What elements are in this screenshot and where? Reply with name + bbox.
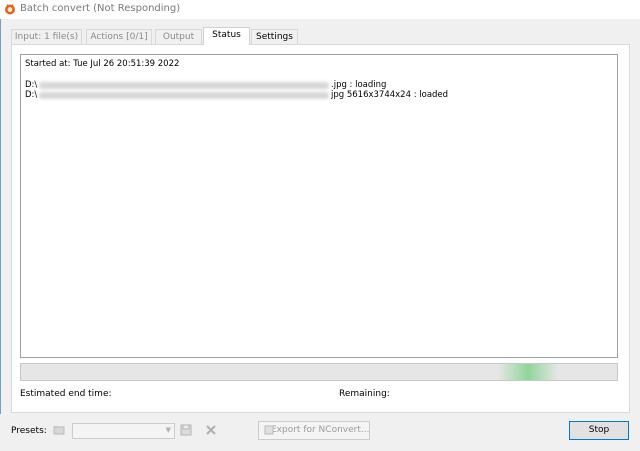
tab-actions[interactable]: Actions [0/1]	[86, 29, 152, 45]
log-path-prefix: D:\	[25, 80, 38, 90]
remaining-label: Remaining:	[339, 389, 390, 399]
tab-actions-label: Actions [0/1]	[90, 32, 148, 42]
started-at-text: Started at: Tue Jul 26 20:51:39 2022	[25, 59, 180, 69]
window-title: Batch convert (Not Responding)	[20, 3, 181, 14]
estimated-end-label: Estimated end time:	[20, 389, 112, 399]
progress-bar	[20, 363, 618, 381]
save-preset-icon[interactable]	[180, 424, 192, 436]
tab-status[interactable]: Status	[203, 27, 250, 45]
window-border	[0, 19, 1, 451]
presets-label: Presets:	[11, 426, 47, 436]
log-line-loaded: D:\ jpg 5616x3744x24 : loaded	[25, 90, 615, 100]
delete-preset-icon[interactable]	[205, 424, 217, 436]
tab-input[interactable]: Input: 1 file(s)	[11, 29, 82, 45]
status-log[interactable]: Started at: Tue Jul 26 20:51:39 2022 D:\…	[20, 54, 618, 358]
log-path-prefix: D:\	[25, 90, 38, 100]
export-icon	[264, 425, 274, 435]
preset-select[interactable]: ▼	[72, 423, 175, 439]
export-nconvert-button[interactable]: Export for NConvert...	[258, 421, 370, 440]
xnview-app-icon	[5, 4, 15, 15]
redacted-path	[39, 92, 329, 99]
progress-fill	[497, 364, 558, 380]
redacted-path	[39, 82, 329, 89]
export-nconvert-label: Export for NConvert...	[271, 425, 370, 435]
log-status-text: .jpg : loading	[331, 80, 387, 90]
log-status-text: jpg 5616x3744x24 : loaded	[331, 90, 449, 100]
tab-output-label: Output	[162, 32, 195, 42]
load-preset-icon[interactable]	[53, 424, 65, 436]
log-line-loading: D:\ .jpg : loading	[25, 80, 615, 90]
title-bar[interactable]: Batch convert (Not Responding)	[0, 0, 640, 19]
tab-output[interactable]: Output	[155, 29, 202, 45]
tab-status-label: Status	[212, 30, 241, 40]
tab-input-label: Input: 1 file(s)	[14, 32, 79, 42]
tab-settings[interactable]: Settings	[251, 29, 298, 45]
tab-settings-label: Settings	[256, 32, 293, 42]
chevron-down-icon: ▼	[165, 426, 171, 434]
stop-button[interactable]: Stop	[569, 421, 629, 440]
stop-button-label: Stop	[588, 425, 610, 435]
batch-convert-window: Batch convert (Not Responding) Input: 1 …	[0, 0, 640, 451]
